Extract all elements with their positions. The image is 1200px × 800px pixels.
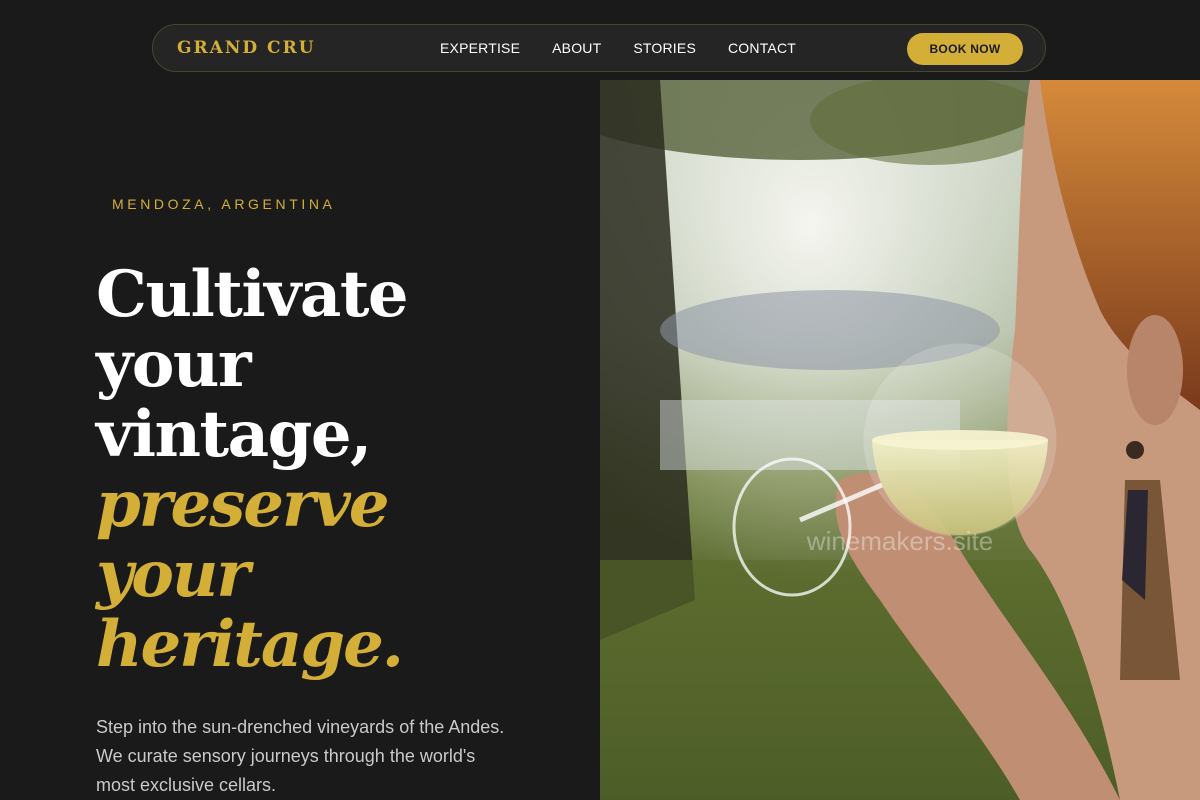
location-eyebrow: MENDOZA, ARGENTINA <box>112 196 336 212</box>
nav-links: EXPERTISE ABOUT STORIES CONTACT <box>440 40 828 56</box>
hero-lead-text: Step into the sun-drenched vineyards of … <box>96 717 505 795</box>
brand-logo[interactable]: GRAND CRU <box>177 38 316 58</box>
nav-link-expertise[interactable]: EXPERTISE <box>440 40 520 56</box>
top-nav: GRAND CRU EXPERTISE ABOUT STORIES CONTAC… <box>152 24 1046 72</box>
hero-photo: winemakers.site <box>600 80 1200 800</box>
headline-accent-line-2: your <box>96 537 250 612</box>
headline-line-1: Cultivate <box>96 257 409 332</box>
headline-line-3: vintage, <box>96 397 372 472</box>
hero-headline: Cultivate your vintage, preserve your he… <box>96 257 409 682</box>
nav-link-stories[interactable]: STORIES <box>633 40 696 56</box>
book-now-button[interactable]: BOOK NOW <box>907 33 1023 65</box>
nav-link-contact[interactable]: CONTACT <box>728 40 796 56</box>
headline-accent-line-3: heritage. <box>96 607 404 682</box>
headline-accent-line-1: preserve <box>96 467 390 542</box>
nav-link-about[interactable]: ABOUT <box>552 40 601 56</box>
headline-line-2: your <box>96 327 252 402</box>
photo-watermark: winemakers.site <box>806 526 993 556</box>
